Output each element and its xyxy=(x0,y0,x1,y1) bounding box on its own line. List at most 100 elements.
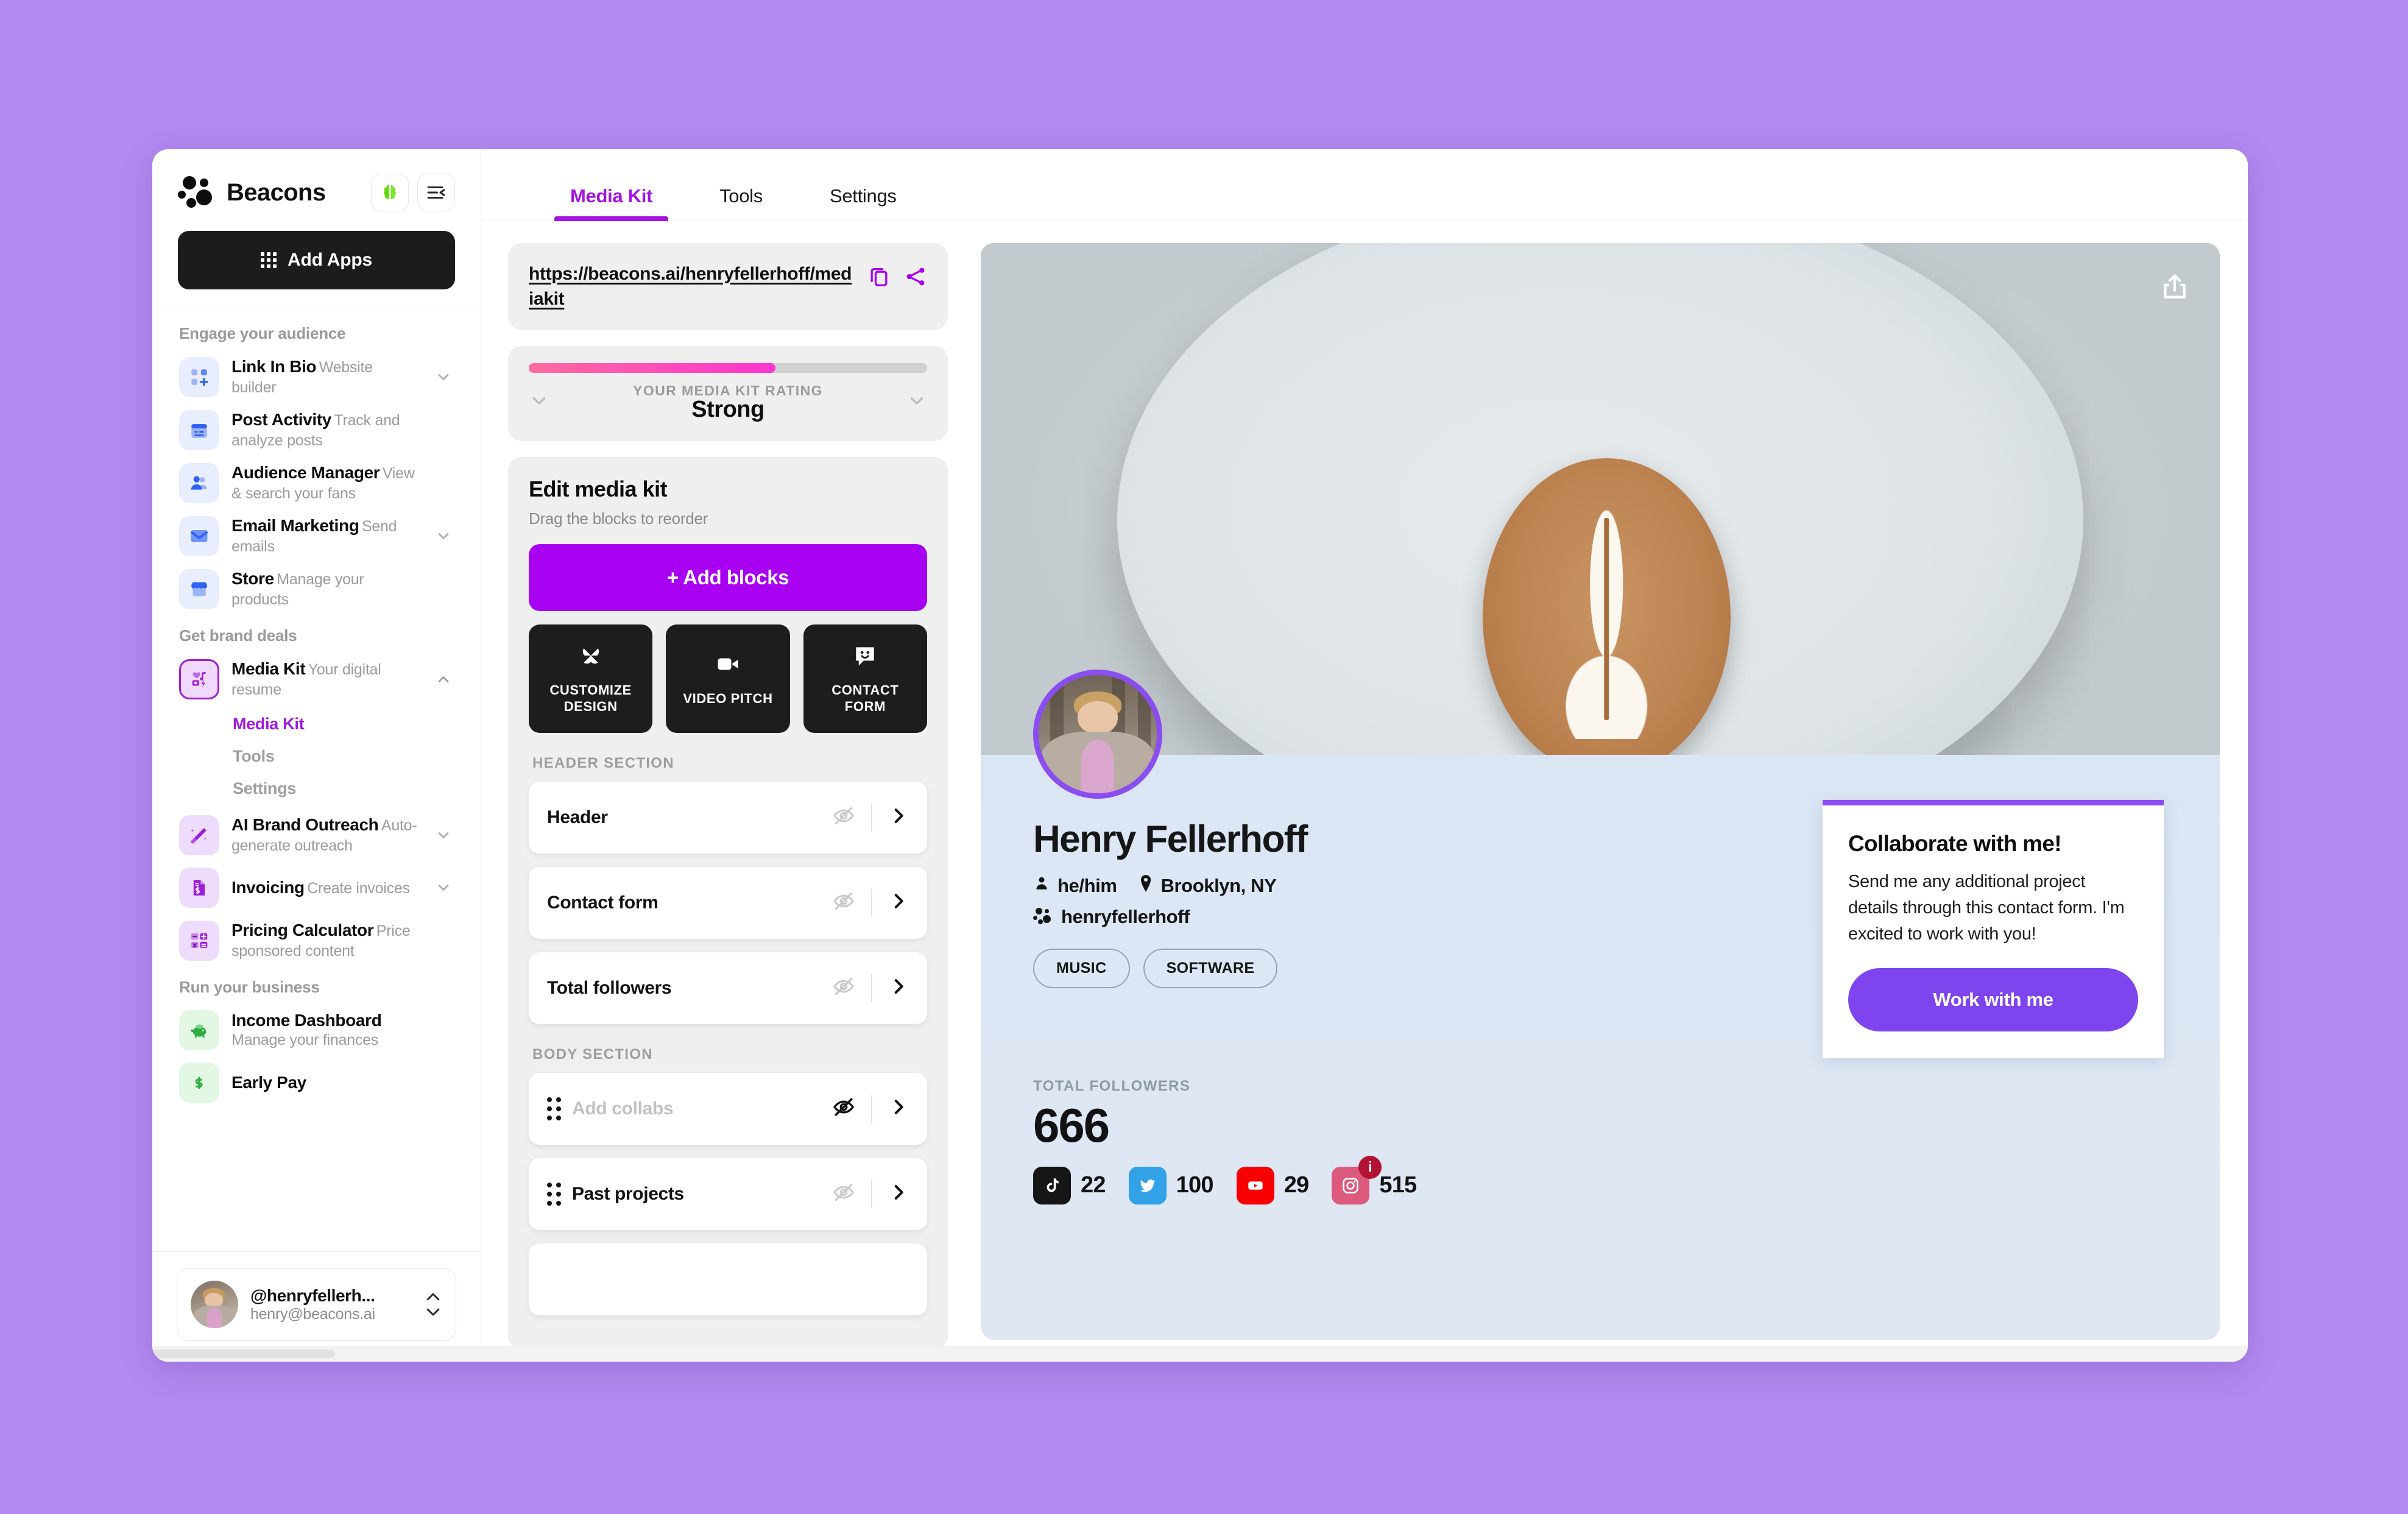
status-badge[interactable]: i xyxy=(1358,1155,1382,1179)
public-url-link[interactable]: https://beacons.ai/henryfellerhoff/media… xyxy=(529,261,856,312)
sidebar-item-early-pay[interactable]: Early Pay xyxy=(177,1056,456,1109)
chevron-right-icon[interactable] xyxy=(888,805,909,829)
eye-slash-icon[interactable] xyxy=(832,804,855,830)
block-actions xyxy=(832,974,909,1002)
chevron-down-icon[interactable] xyxy=(433,879,454,896)
block-row[interactable]: Contact form xyxy=(529,866,927,939)
invoice-icon xyxy=(179,868,219,908)
platform-twitter: 100 xyxy=(1128,1166,1213,1204)
block-row-partial[interactable] xyxy=(529,1243,927,1315)
app-window: Beacons Add Apps Engage your audience Li… xyxy=(152,149,2248,1362)
collapse-sidebar-icon[interactable] xyxy=(417,174,455,211)
tag-software: SOFTWARE xyxy=(1143,949,1278,988)
sidebar-item-post-activity[interactable]: Post Activity Track and analyze posts xyxy=(177,403,456,456)
rating-next-icon[interactable] xyxy=(906,391,927,414)
sidebar-item-label: Post Activity xyxy=(231,410,332,429)
sidebar-item-ai-brand-outreach[interactable]: AI Brand Outreach Auto-generate outreach xyxy=(177,808,456,861)
sidebar-item-invoicing[interactable]: Invoicing Create invoices xyxy=(177,861,456,914)
sidebar-item-audience-manager[interactable]: Audience Manager View & search your fans xyxy=(177,456,456,509)
add-apps-label: Add Apps xyxy=(288,250,372,270)
chevron-right-icon[interactable] xyxy=(888,976,909,1000)
person-icon xyxy=(1033,875,1050,897)
sidebar-item-text: Invoicing Create invoices xyxy=(231,877,421,899)
video-pitch-button[interactable]: VIDEO PITCH xyxy=(666,624,790,733)
sidebar-item-text: AI Brand Outreach Auto-generate outreach xyxy=(231,815,421,855)
block-label: Total followers xyxy=(547,977,672,998)
customize-design-button[interactable]: CUSTOMIZE DESIGN xyxy=(529,624,653,733)
sidebar-item-text: Pricing Calculator Price sponsored conte… xyxy=(231,920,421,961)
tab-tools[interactable]: Tools xyxy=(704,185,779,221)
sidebar-item-text: Income Dashboard Manage your finances xyxy=(231,1010,421,1050)
sidebar-sublink-settings[interactable]: Settings xyxy=(233,773,456,805)
sidebar-item-media-kit[interactable]: Media Kit Your digital resume xyxy=(177,653,456,706)
tab-settings[interactable]: Settings xyxy=(814,185,913,221)
chevron-down-icon[interactable] xyxy=(433,827,454,844)
block-row[interactable]: Past projects xyxy=(529,1158,927,1230)
workspace: https://beacons.ai/henryfellerhoff/media… xyxy=(481,221,2248,1362)
chevron-down-icon[interactable] xyxy=(433,528,454,545)
twitter-icon xyxy=(1128,1166,1167,1204)
customize-design-label: CUSTOMIZE DESIGN xyxy=(549,682,632,715)
sidebar-item-label: Pricing Calculator xyxy=(231,921,374,939)
sidebar-item-label: Invoicing xyxy=(231,877,305,897)
chevron-right-icon[interactable] xyxy=(888,1097,909,1120)
block-label: Past projects xyxy=(572,1183,684,1204)
video-pitch-label: VIDEO PITCH xyxy=(683,690,773,706)
brain-icon[interactable] xyxy=(371,174,409,211)
contact-form-button[interactable]: CONTACT FORM xyxy=(803,624,927,733)
platform-youtube: 29 xyxy=(1236,1166,1309,1204)
add-apps-button[interactable]: Add Apps xyxy=(178,231,455,289)
edit-media-kit-title: Edit media kit xyxy=(529,476,668,501)
edit-media-kit-subtitle: Drag the blocks to reorder xyxy=(529,509,708,528)
sidebar-sublink-media-kit[interactable]: Media Kit xyxy=(233,708,456,740)
total-followers-block: TOTAL FOLLOWERS 666 22 100 29 i 515 xyxy=(1033,1078,1417,1204)
eye-slash-icon[interactable] xyxy=(832,1181,855,1207)
url-actions xyxy=(867,261,927,291)
sidebar-item-link-in-bio[interactable]: Link In Bio Website builder xyxy=(177,350,456,403)
platform-instagram: i 515 xyxy=(1332,1155,1417,1204)
drag-handle-icon[interactable] xyxy=(547,1182,561,1206)
sidebar-item-income-dashboard[interactable]: Income Dashboard Manage your finances xyxy=(177,1004,456,1056)
latte-art-shape xyxy=(1542,504,1671,739)
media-kit-rating-card: YOUR MEDIA KIT RATING Strong xyxy=(508,345,948,441)
eye-slash-icon[interactable] xyxy=(832,975,855,1001)
sidebar-item-store[interactable]: Store Manage your products xyxy=(177,562,456,615)
eye-slash-icon[interactable] xyxy=(832,890,855,916)
drag-handle-icon[interactable] xyxy=(547,1097,561,1120)
rating-prev-icon[interactable] xyxy=(529,391,549,414)
body-section-label: BODY SECTION xyxy=(532,1045,653,1063)
pronouns: he/him xyxy=(1033,875,1117,897)
chevron-right-icon[interactable] xyxy=(888,891,909,914)
add-blocks-button[interactable]: + Add blocks xyxy=(529,543,927,611)
eye-slash-icon[interactable] xyxy=(832,1095,855,1122)
tiktok-icon xyxy=(1033,1166,1071,1204)
up-down-chevrons-icon[interactable] xyxy=(424,1292,442,1317)
share-nodes-icon[interactable] xyxy=(904,265,927,291)
sidebar-sublink-tools[interactable]: Tools xyxy=(233,740,456,773)
platform-tiktok: 22 xyxy=(1033,1166,1106,1204)
profile-handle: henryfellerhoff xyxy=(1061,906,1190,927)
block-row[interactable]: Total followers xyxy=(529,952,927,1024)
tab-media-kit[interactable]: Media Kit xyxy=(554,185,669,221)
block-row[interactable]: Header xyxy=(529,781,927,854)
user-account-switcher[interactable]: @henryfellerh... henry@beacons.ai xyxy=(177,1268,456,1341)
sidebar-item-label: AI Brand Outreach xyxy=(231,815,379,834)
piggy-bank-icon xyxy=(179,1010,219,1050)
sidebar-footer: @henryfellerh... henry@beacons.ai xyxy=(152,1251,481,1362)
sidebar-group-title: Run your business xyxy=(179,978,320,996)
sidebar-item-pricing-calculator[interactable]: Pricing Calculator Price sponsored conte… xyxy=(177,914,456,967)
sidebar-header: Beacons Add Apps xyxy=(152,149,481,308)
link-in-bio-icon xyxy=(179,356,219,397)
copy-icon[interactable] xyxy=(867,265,891,291)
sidebar-item-email-marketing[interactable]: Email Marketing Send emails xyxy=(177,509,456,562)
block-row[interactable]: Add collabs xyxy=(529,1072,927,1145)
header-section-label: HEADER SECTION xyxy=(532,754,674,771)
work-with-me-button[interactable]: Work with me xyxy=(1848,967,2138,1031)
share-upload-icon[interactable] xyxy=(2158,270,2192,304)
rating-progress-track xyxy=(529,363,927,373)
chevron-up-icon[interactable] xyxy=(433,671,454,688)
horizontal-scrollbar[interactable] xyxy=(152,1346,2248,1362)
chevron-down-icon[interactable] xyxy=(433,369,454,386)
rating-row: YOUR MEDIA KIT RATING Strong xyxy=(529,383,927,423)
chevron-right-icon[interactable] xyxy=(888,1182,909,1206)
